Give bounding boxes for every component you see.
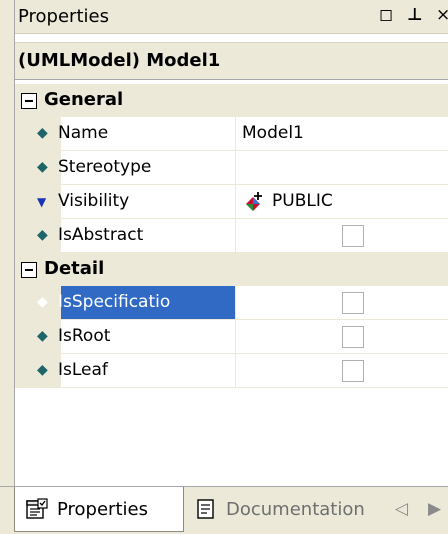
tab-strip: Properties Documentation ◁ ▶ [0, 486, 448, 534]
properties-window: Properties ◻ ⊥ × (UMLModel) Model1 Gener… [0, 0, 448, 534]
panel-titlebar: Properties ◻ ⊥ × [15, 0, 448, 34]
isroot-checkbox[interactable] [342, 326, 364, 348]
property-name: Stereotype [58, 157, 152, 177]
property-row-visibility[interactable]: PUBLIC ▼ Visibility [15, 185, 448, 219]
diamond-icon: ◆ [37, 294, 48, 310]
name-value[interactable]: Model1 [242, 123, 304, 143]
property-row-name[interactable]: Model1 ◆ Name [15, 117, 448, 151]
tab-scroll-right-icon[interactable]: ▶ [428, 499, 441, 519]
isspecification-checkbox[interactable] [342, 292, 364, 314]
property-grid: General Model1 ◆ Name ◆ Stereotype PUBLI… [15, 84, 448, 486]
float-icon[interactable]: ◻ [379, 5, 393, 25]
property-row-isabstract[interactable]: ◆ IsAbstract [15, 219, 448, 253]
collapse-icon[interactable] [21, 262, 37, 278]
left-edge [0, 0, 14, 486]
tab-properties[interactable]: Properties [14, 487, 184, 532]
diamond-icon: ◆ [37, 328, 48, 344]
property-name: IsLeaf [58, 360, 108, 380]
property-name: Name [58, 123, 109, 143]
property-name: IsAbstract [58, 225, 144, 245]
tab-label: Properties [57, 499, 148, 520]
isleaf-checkbox[interactable] [342, 360, 364, 382]
visibility-text: PUBLIC [272, 191, 333, 211]
category-label: General [44, 89, 124, 110]
panel-title: Properties [18, 6, 109, 27]
isabstract-checkbox[interactable] [342, 225, 364, 247]
properties-tab-icon [26, 498, 48, 519]
object-title: (UMLModel) Model1 [18, 50, 221, 71]
diamond-icon: ◆ [37, 159, 48, 175]
tab-documentation[interactable]: Documentation [184, 487, 384, 531]
category-label: Detail [44, 258, 105, 279]
property-row-stereotype[interactable]: ◆ Stereotype [15, 151, 448, 185]
tab-scroll-left-icon[interactable]: ◁ [395, 499, 408, 519]
stereotype-value[interactable] [236, 151, 448, 185]
triangle-down-icon: ▼ [37, 195, 47, 209]
diamond-icon: ◆ [37, 227, 48, 243]
property-row-isspecification[interactable]: ◆ IsSpecificatio [15, 286, 448, 320]
diamond-icon: ◆ [37, 362, 48, 378]
tab-label: Documentation [226, 499, 365, 520]
property-name: IsRoot [58, 326, 111, 346]
public-visibility-icon [246, 192, 262, 211]
property-name: IsSpecificatio [58, 292, 171, 312]
property-name: Visibility [58, 191, 130, 211]
category-detail[interactable]: Detail [15, 253, 448, 286]
visibility-value[interactable]: PUBLIC [236, 185, 448, 219]
property-row-isleaf[interactable]: ◆ IsLeaf [15, 354, 448, 388]
property-row-isroot[interactable]: ◆ IsRoot [15, 320, 448, 354]
pin-icon[interactable]: ⊥ [407, 5, 423, 25]
category-general[interactable]: General [15, 84, 448, 117]
diamond-icon: ◆ [37, 125, 48, 141]
object-title-bar: (UMLModel) Model1 [15, 42, 448, 80]
close-icon[interactable]: × [436, 5, 448, 25]
collapse-icon[interactable] [21, 93, 37, 109]
documentation-tab-icon [197, 499, 214, 519]
